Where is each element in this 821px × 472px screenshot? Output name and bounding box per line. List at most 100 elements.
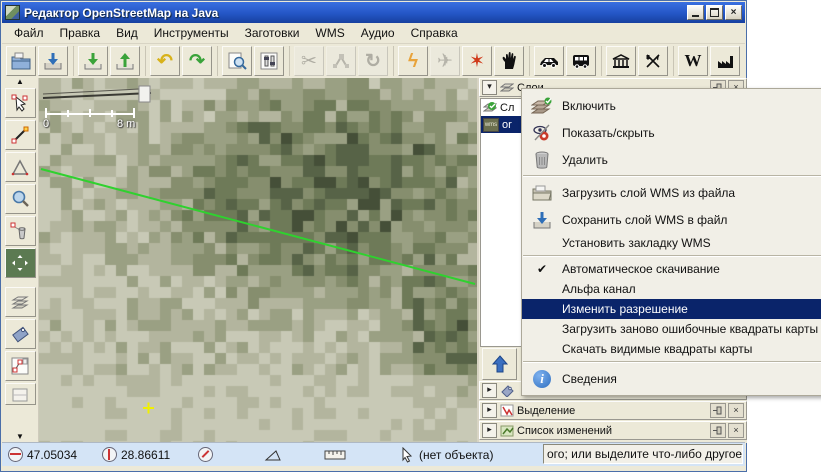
changeset-panel-close-button[interactable]: × (728, 423, 744, 438)
minimize-button[interactable] (687, 5, 704, 20)
menu-item-delete[interactable]: Удалить (522, 146, 821, 173)
burst-icon: ✶ (469, 52, 485, 71)
select-tool-button[interactable] (5, 88, 36, 118)
move-layer-up-button[interactable] (482, 348, 517, 380)
angle-status-icon (264, 448, 282, 462)
unglue-icon (331, 51, 351, 71)
car-icon (538, 52, 560, 70)
menu-edit[interactable]: Правка (52, 24, 109, 42)
toolbar-group-presets-4: W (677, 46, 745, 76)
menu-item-alpha-channel[interactable]: Альфа канал (522, 279, 821, 299)
longitude-readout: 28.86611 (102, 443, 170, 466)
download-layer-button[interactable] (78, 46, 108, 76)
car-preset-button[interactable] (534, 46, 564, 76)
distance-readout (324, 443, 346, 466)
selection-panel-header[interactable]: ▸ Выделение × (479, 401, 747, 420)
scale-end-label: 8 m (117, 118, 135, 130)
map-view[interactable]: 0 8 m (39, 78, 477, 445)
toolbar-scroll-down[interactable]: ▼ (2, 433, 38, 441)
factory-icon (715, 52, 735, 70)
title-bar[interactable]: Редактор OpenStreetMap на Java × (2, 2, 745, 23)
redo-button[interactable]: ↷ (182, 46, 212, 76)
data-layer-icon (483, 101, 497, 115)
maximize-button[interactable] (706, 5, 723, 20)
search-objects-button[interactable] (222, 46, 252, 76)
open-file-button[interactable] (6, 46, 36, 76)
museum-icon (611, 52, 631, 70)
menu-item-set-wms-bookmark[interactable]: Установить закладку WMS (522, 233, 821, 253)
menu-item-auto-download[interactable]: ✔ Автоматическое скачивание (522, 259, 821, 279)
toolbar-group-presets-1: ϟ ✈ ✶ (397, 46, 530, 76)
activate-layer-icon (531, 97, 553, 115)
menu-item-info[interactable]: i Сведения (522, 365, 821, 392)
airplane-preset-button[interactable]: ✈ (430, 46, 460, 76)
hand-tool-button[interactable] (494, 46, 524, 76)
unglue-node-button[interactable] (326, 46, 356, 76)
layer-name: Сл (500, 102, 514, 114)
layers-tool-button[interactable] (5, 287, 36, 317)
menu-audio[interactable]: Аудио (353, 24, 403, 42)
menu-item-load-wms-file[interactable]: Загрузить слой WMS из файла (522, 179, 821, 206)
delete-icon (10, 221, 30, 241)
museum-preset-button[interactable] (606, 46, 636, 76)
menu-item-show-hide[interactable]: Показать/скрыть (522, 119, 821, 146)
satellite-imagery[interactable] (39, 78, 477, 445)
castle-preset-button[interactable]: W (678, 46, 708, 76)
selection-panel-pin-button[interactable] (710, 403, 726, 418)
flash-preset-button[interactable]: ϟ (398, 46, 428, 76)
download-osm-button[interactable] (38, 46, 68, 76)
close-button[interactable]: × (725, 5, 742, 20)
zoom-tool-button[interactable] (5, 184, 36, 214)
split-way-button[interactable]: ✂ (294, 46, 324, 76)
bus-preset-button[interactable] (566, 46, 596, 76)
menu-item-activate[interactable]: Включить (522, 92, 821, 119)
latitude-value: 47.05034 (27, 448, 77, 462)
magnifier-icon (10, 189, 30, 209)
app-icon (5, 5, 20, 20)
upload-layer-button[interactable] (110, 46, 140, 76)
tags-tool-button[interactable] (5, 319, 36, 349)
toolbar-scroll-up[interactable]: ▲ (2, 78, 38, 86)
factory-preset-button[interactable] (710, 46, 740, 76)
relation-tool-button[interactable] (5, 351, 36, 381)
menu-item-download-visible-tiles[interactable]: Скачать видимые квадраты карты (522, 339, 821, 359)
menu-tools[interactable]: Инструменты (146, 24, 237, 42)
hand-icon (499, 51, 519, 71)
selection-panel-close-button[interactable]: × (728, 403, 744, 418)
menu-item-save-wms-file[interactable]: Сохранить слой WMS в файл (522, 206, 821, 233)
menu-item-reload-error-tiles[interactable]: Загрузить заново ошибочные квадраты карт… (522, 319, 821, 339)
window-bottom-strip (2, 466, 745, 470)
layers-panel-collapse-button[interactable]: ▾ (482, 80, 497, 95)
measure-angle-tool-button[interactable] (5, 152, 36, 182)
draw-node-tool-button[interactable] (5, 120, 36, 150)
menu-bar: Файл Правка Вид Инструменты Заготовки WM… (2, 23, 745, 44)
undo-button[interactable]: ↶ (150, 46, 180, 76)
restaurant-preset-button[interactable] (638, 46, 668, 76)
map-style-tool-button[interactable] (5, 383, 36, 405)
castle-icon: W (685, 51, 702, 71)
emergency-preset-button[interactable]: ✶ (462, 46, 492, 76)
properties-panel-expand-button[interactable]: ▸ (482, 383, 497, 398)
selection-panel-icon (500, 404, 514, 417)
ruler-icon (324, 449, 346, 461)
move-tool-button[interactable] (5, 248, 36, 278)
show-hide-icon (532, 123, 552, 143)
menu-file[interactable]: Файл (6, 24, 52, 42)
angle-icon (10, 157, 30, 177)
preferences-button[interactable] (254, 46, 284, 76)
changeset-panel-header[interactable]: ▸ Список изменений × (479, 421, 747, 440)
changeset-panel-pin-button[interactable] (710, 423, 726, 438)
hint-textbox[interactable]: ого; или выделите что-либо другое (543, 444, 743, 464)
menu-presets[interactable]: Заготовки (237, 24, 308, 42)
delete-tool-button[interactable] (5, 216, 36, 246)
sync-button[interactable]: ↻ (358, 46, 388, 76)
selection-panel-expand-button[interactable]: ▸ (482, 403, 497, 418)
save-icon (531, 210, 553, 230)
menu-view[interactable]: Вид (108, 24, 146, 42)
changeset-panel-expand-button[interactable]: ▸ (482, 423, 497, 438)
layer-name: or (502, 119, 512, 131)
menu-item-change-resolution[interactable]: Изменить разрешение (522, 299, 821, 319)
menu-separator (523, 255, 821, 257)
menu-wms[interactable]: WMS (307, 24, 352, 42)
menu-help[interactable]: Справка (403, 24, 466, 42)
